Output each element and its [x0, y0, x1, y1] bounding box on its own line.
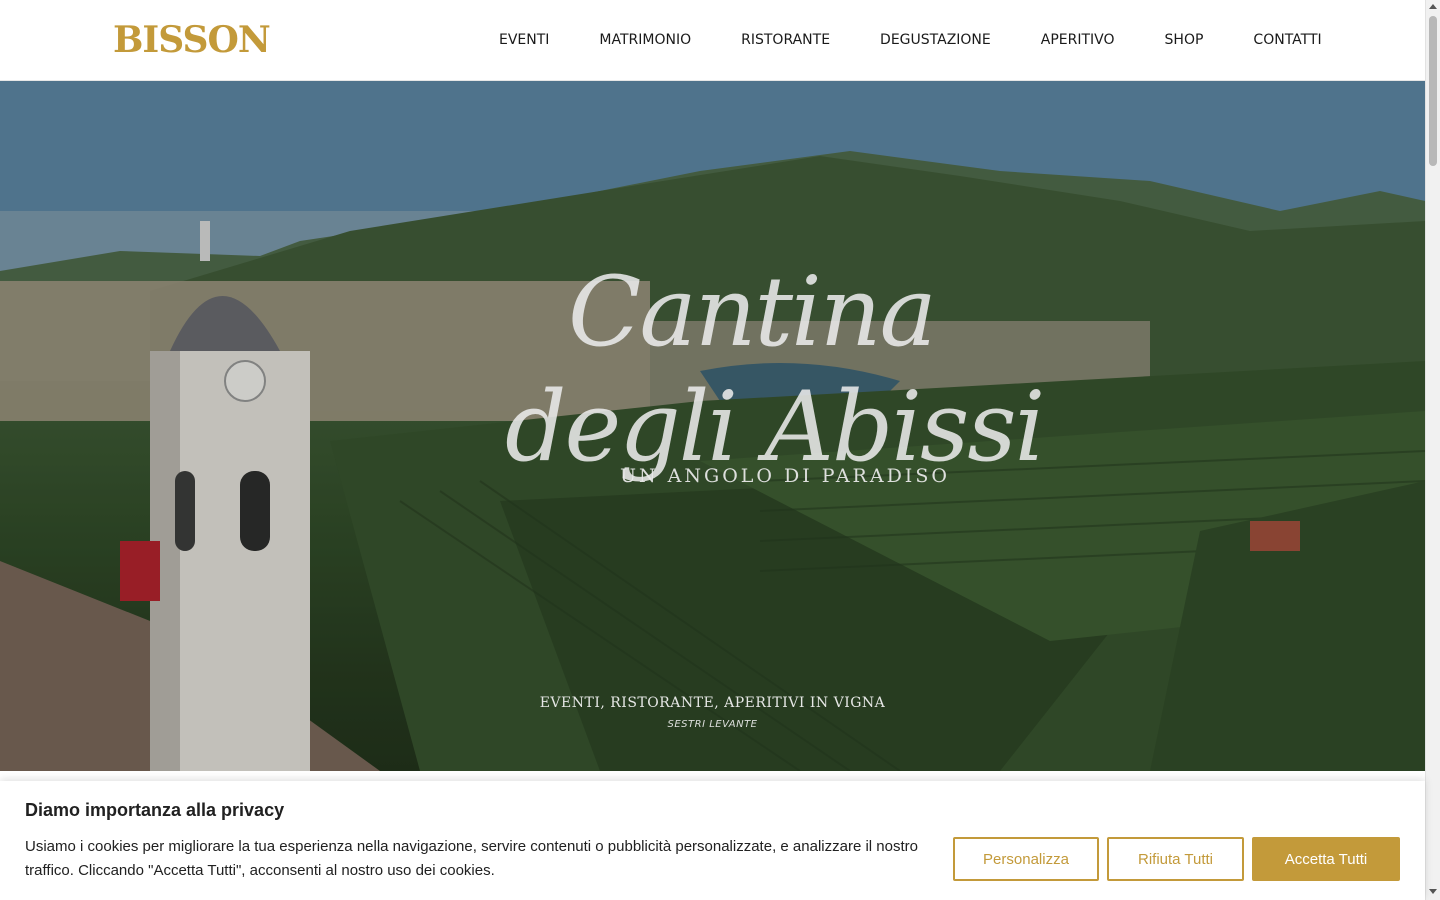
hero-subtitle: EVENTI, RISTORANTE, APERITIVI IN VIGNA	[539, 695, 886, 711]
hero-video: Cantina degli Abissi UN ANGOLO DI PARADI…	[0, 81, 1425, 771]
nav-item-matrimonio[interactable]: MATRIMONIO	[599, 30, 691, 50]
site-header: BISSON EVENTI MATRIMONIO RISTORANTE DEGU…	[0, 0, 1425, 81]
hero-location: SESTRI LEVANTE	[667, 719, 758, 730]
scroll-up-arrow-icon[interactable]	[1429, 4, 1437, 9]
reject-all-cookies-button[interactable]: Rifiuta Tutti	[1107, 837, 1244, 881]
nav-item-aperitivo[interactable]: APERITIVO	[1041, 30, 1115, 50]
cookie-banner: Diamo importanza alla privacy Usiamo i c…	[0, 781, 1425, 900]
nav-item-degustazione[interactable]: DEGUSTAZIONE	[880, 30, 991, 50]
brand-logo[interactable]: BISSON	[113, 18, 271, 62]
cookie-title: Diamo importanza alla privacy	[25, 800, 285, 820]
hero-script-line1: Cantina	[568, 256, 937, 368]
hero-tagline: UN ANGOLO DI PARADISO	[620, 465, 950, 487]
nav-item-contatti[interactable]: CONTATTI	[1253, 30, 1321, 50]
accept-all-cookies-button[interactable]: Accetta Tutti	[1252, 837, 1400, 881]
nav-item-shop[interactable]: SHOP	[1165, 30, 1204, 50]
customize-cookies-button[interactable]: Personalizza	[953, 837, 1099, 881]
nav-item-eventi[interactable]: EVENTI	[499, 30, 549, 50]
scroll-thumb[interactable]	[1429, 16, 1437, 166]
nav-item-ristorante[interactable]: RISTORANTE	[741, 30, 830, 50]
page-scrollbar[interactable]	[1425, 0, 1440, 900]
cookie-text: Usiamo i cookies per migliorare la tua e…	[25, 838, 918, 879]
main-nav: EVENTI MATRIMONIO RISTORANTE DEGUSTAZION…	[499, 30, 1322, 50]
scroll-down-arrow-icon[interactable]	[1429, 889, 1437, 894]
